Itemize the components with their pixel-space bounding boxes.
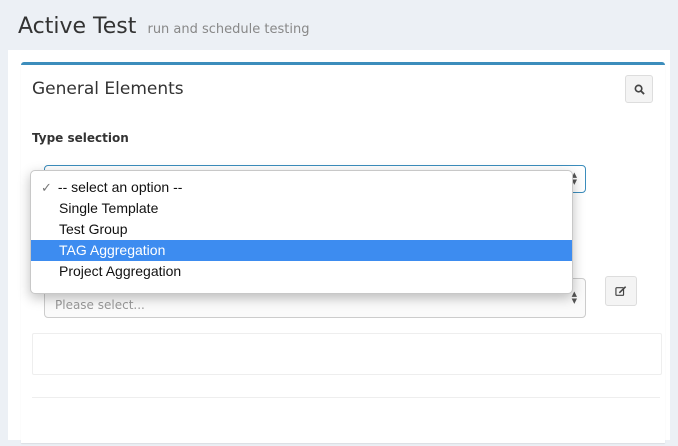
checkmark-icon: ✓ bbox=[41, 180, 52, 195]
type-selection-label: Type selection bbox=[32, 131, 129, 145]
edit-icon bbox=[615, 282, 627, 301]
page-subtitle: run and schedule testing bbox=[147, 22, 310, 37]
dropdown-option-project-aggregation[interactable]: Project Aggregation bbox=[31, 261, 572, 282]
dropdown-option-tag-aggregation[interactable]: TAG Aggregation bbox=[31, 240, 572, 261]
divider bbox=[32, 397, 660, 398]
box-title: General Elements bbox=[32, 79, 184, 99]
type-dropdown-menu[interactable]: ✓ -- select an option -- Single Template … bbox=[30, 170, 573, 294]
page-title: Active Test bbox=[18, 14, 137, 39]
search-button[interactable] bbox=[625, 75, 653, 103]
dropdown-option-test-group[interactable]: Test Group bbox=[31, 219, 572, 240]
option-label: -- select an option -- bbox=[57, 179, 183, 195]
sub-box bbox=[32, 333, 662, 375]
dropdown-option-single-template[interactable]: Single Template bbox=[31, 198, 572, 219]
option-label: TAG Aggregation bbox=[59, 242, 166, 258]
option-label: Single Template bbox=[59, 200, 159, 216]
edit-button[interactable] bbox=[605, 276, 637, 306]
option-label: Project Aggregation bbox=[59, 263, 182, 279]
second-select-placeholder: Please select... bbox=[55, 298, 145, 312]
select-arrows-icon: ▲ ▼ bbox=[571, 290, 577, 305]
page-header: Active Test run and schedule testing bbox=[18, 14, 309, 39]
dropdown-option-placeholder[interactable]: ✓ -- select an option -- bbox=[31, 177, 572, 198]
search-icon bbox=[634, 80, 645, 99]
option-label: Test Group bbox=[59, 221, 128, 237]
